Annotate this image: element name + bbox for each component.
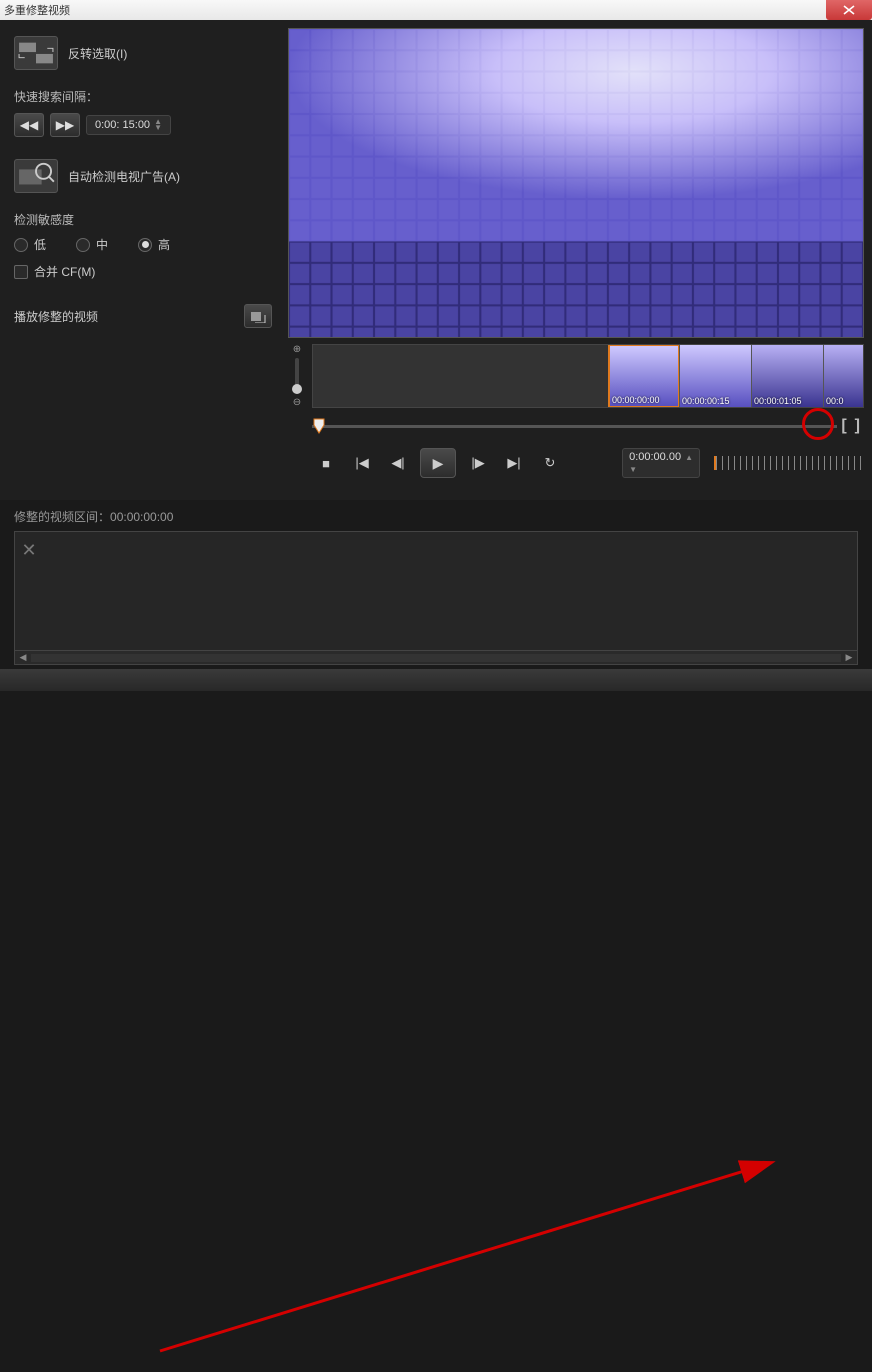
clip-bin-scrollbar[interactable]: ◀ ▶: [14, 651, 858, 665]
clip-bin-delete-button[interactable]: ✕: [15, 532, 43, 650]
merge-cf-checkbox[interactable]: 合并 CF(M): [14, 263, 282, 280]
invert-selection-icon: [14, 36, 58, 70]
sensitivity-high-radio[interactable]: 高: [138, 236, 170, 253]
left-panel: 反转选取(I) 快速搜索间隔： ◀◀ ▶▶ 0:00: 15:00 ▲▼ 自动检…: [8, 28, 288, 492]
filmstrip-empty: [313, 345, 609, 407]
play-button[interactable]: ▶: [420, 448, 456, 478]
footer-bar: [0, 669, 872, 691]
fast-seek-label: 快速搜索间隔：: [14, 88, 282, 105]
filmstrip-thumb-1[interactable]: 00:00:00:15: [679, 345, 751, 407]
clip-bin: ✕: [14, 531, 858, 651]
filmstrip[interactable]: 00:00:00:00 00:00:00:15 00:00:01:05 00:0: [312, 344, 864, 408]
zoom-handle[interactable]: [292, 384, 302, 394]
zoom-out-icon[interactable]: ⊖: [293, 397, 301, 408]
rewind-icon: ◀◀: [20, 118, 38, 132]
jog-ruler[interactable]: [714, 456, 864, 470]
sensitivity-low-radio[interactable]: 低: [14, 236, 46, 253]
step-back-icon: ◀|: [391, 455, 404, 471]
fastfwd-icon: ▶▶: [56, 118, 74, 132]
seek-back-button[interactable]: ◀◀: [14, 113, 44, 137]
step-fwd-icon: |▶: [471, 455, 484, 471]
thumb-time-3: 00:0: [826, 396, 844, 406]
play-icon: ▶: [433, 455, 444, 472]
invert-selection-button[interactable]: 反转选取(I): [14, 36, 282, 70]
filmstrip-thumb-0[interactable]: 00:00:00:00: [608, 344, 680, 408]
play-trimmed-icon: [250, 309, 266, 323]
x-icon: ✕: [21, 540, 36, 561]
seek-fwd-button[interactable]: ▶▶: [50, 113, 80, 137]
seek-interval-value: 0:00: 15:00: [95, 119, 150, 131]
sensitivity-mid-radio[interactable]: 中: [76, 236, 108, 253]
play-trimmed-label: 播放修整的视频: [14, 308, 98, 325]
goto-start-button[interactable]: |◀: [348, 450, 376, 476]
stop-icon: ■: [322, 456, 330, 471]
scroll-right-icon[interactable]: ▶: [841, 652, 857, 663]
play-trimmed-button[interactable]: [244, 304, 272, 328]
preview-frame-graphic: [289, 29, 863, 338]
magnifier-film-icon: [14, 159, 58, 193]
radio-mid-label: 中: [96, 236, 108, 253]
window-title: 多重修整视频: [4, 2, 70, 18]
thumb-time-2: 00:00:01:05: [754, 396, 802, 406]
mark-out-button[interactable]: ]: [851, 417, 864, 435]
zoom-slider[interactable]: ⊕ ⊖: [288, 344, 306, 408]
invert-selection-label: 反转选取(I): [68, 45, 127, 62]
scroll-left-icon[interactable]: ◀: [15, 652, 31, 663]
stop-button[interactable]: ■: [312, 450, 340, 476]
seek-interval-field[interactable]: 0:00: 15:00 ▲▼: [86, 115, 171, 135]
loop-button[interactable]: ↻: [536, 450, 564, 476]
skip-start-icon: |◀: [355, 455, 368, 471]
thumb-time-1: 00:00:00:15: [682, 396, 730, 406]
radio-high-label: 高: [158, 236, 170, 253]
scrubber[interactable]: [ ]: [312, 416, 864, 436]
filmstrip-thumb-2[interactable]: 00:00:01:05: [751, 345, 823, 407]
spinner-icon: ▲▼: [154, 119, 162, 131]
annotation-arrow: [0, 691, 872, 1372]
window-close-button[interactable]: [826, 0, 872, 20]
next-frame-button[interactable]: |▶: [464, 450, 492, 476]
filmstrip-thumb-3[interactable]: 00:0: [823, 345, 863, 407]
timecode-field[interactable]: 0:00:00.00▲▼: [622, 448, 700, 478]
trim-duration-label: 修整的视频区间：: [14, 510, 110, 524]
merge-cf-label: 合并 CF(M): [34, 263, 95, 280]
transport-controls: ■ |◀ ◀| ▶ |▶ ▶| ↻ 0:00:00.00▲▼: [312, 448, 864, 478]
clip-bin-content[interactable]: [43, 532, 857, 650]
timecode-value: 0:00:00.00: [629, 451, 681, 463]
video-preview: [288, 28, 864, 338]
trim-bin-section: 修整的视频区间：00:00:00:00 ✕ ◀ ▶: [0, 500, 872, 669]
skip-end-icon: ▶|: [507, 455, 520, 471]
prev-frame-button[interactable]: ◀|: [384, 450, 412, 476]
auto-detect-label: 自动检测电视广告(A): [68, 168, 180, 185]
goto-end-button[interactable]: ▶|: [500, 450, 528, 476]
window-titlebar: 多重修整视频: [0, 0, 872, 20]
sensitivity-label: 检测敏感度: [14, 211, 282, 228]
playhead-icon[interactable]: [312, 417, 326, 435]
mark-in-button[interactable]: [: [837, 417, 850, 435]
trim-duration-value: 00:00:00:00: [110, 510, 173, 524]
zoom-in-icon[interactable]: ⊕: [293, 344, 301, 355]
preview-area: ⊕ ⊖ 00:00:00:00 00:00:00:15 00:00:01:05 …: [288, 28, 864, 492]
thumb-time-0: 00:00:00:00: [612, 395, 660, 405]
radio-low-label: 低: [34, 236, 46, 253]
auto-detect-ads-button[interactable]: 自动检测电视广告(A): [14, 159, 282, 193]
close-icon: [843, 5, 855, 15]
loop-icon: ↻: [545, 455, 556, 471]
